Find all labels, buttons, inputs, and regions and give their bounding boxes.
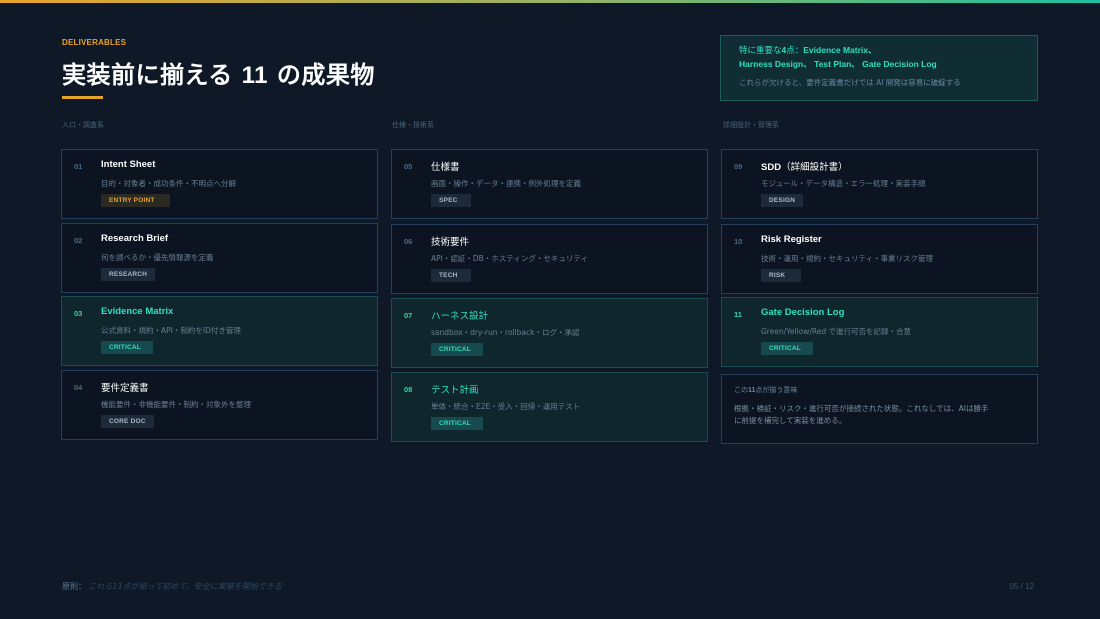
column-label-spec: 仕様・技術系: [392, 121, 434, 129]
deliverable-card-test-plan[interactable]: 08 テスト計画 単体・統合・E2E・受入・回帰・運用テスト CRITICAL: [391, 372, 708, 442]
card-description: 画面・操作・データ・連携・例外処理を定義: [431, 179, 581, 188]
card-number: 05: [404, 162, 413, 171]
footer-principle: 原則： これら11点が揃って初めて、安全に実装を開始できる: [62, 581, 282, 592]
card-title: 仕様書: [431, 162, 460, 173]
card-title-suffix: （詳細設計書）: [781, 162, 848, 173]
card-title: ハーネス設計: [431, 311, 489, 322]
card-tag-critical: CRITICAL: [761, 342, 813, 355]
title-pre: 実装前に揃える: [62, 60, 242, 89]
deliverable-card-evidence-matrix[interactable]: 03 Evidence Matrix 公式資料・規約・API・制約をID付き管理…: [61, 296, 378, 366]
card-title: SDD（詳細設計書）: [761, 159, 848, 173]
card-tag: CORE DOC: [101, 415, 154, 428]
top-accent-bar: [0, 0, 1100, 3]
deliverable-card-intent-sheet[interactable]: 01 Intent Sheet 目的・対象者・成功条件・不明点へ分解 ENTRY…: [61, 149, 378, 219]
deliverable-card-research-brief[interactable]: 02 Research Brief 何を調べるか・優先情報源を定義 RESEAR…: [61, 223, 378, 293]
deliverable-card-requirements[interactable]: 04 要件定義書 機能要件・非機能要件・制約・対象外を整理 CORE DOC: [61, 370, 378, 440]
card-description: 何を調べるか・優先情報源を定義: [101, 253, 214, 262]
card-title: Gate Decision Log: [761, 307, 845, 318]
note-body: これらが欠けると、要件定義書だけでは AI 開発は容易に破綻する: [739, 78, 961, 87]
title-number: 11: [241, 62, 269, 89]
card-number: 08: [404, 385, 413, 394]
page-title: 実装前に揃える 11 の成果物: [62, 55, 375, 90]
card-tag-critical: CRITICAL: [431, 417, 483, 430]
note-item1: Evidence Matrix、: [803, 45, 877, 55]
card-description: Green/Yellow/Red で進行可否を記録・合意: [761, 327, 911, 336]
card-title: Intent Sheet: [101, 159, 156, 170]
card-title-main: SDD: [761, 162, 782, 173]
footer-principle-text: これら11点が揃って初めて、安全に実装を開始できる: [88, 582, 282, 591]
card-tag-critical: CRITICAL: [431, 343, 483, 356]
card-number: 11: [734, 310, 742, 319]
card-description: 技術・運用・規約・セキュリティ・事業リスク管理: [761, 254, 934, 263]
card-number: 04: [74, 383, 83, 392]
column-label-design: 詳細設計・管理系: [723, 121, 779, 129]
card-description: 公式資料・規約・API・制約をID付き管理: [101, 326, 241, 335]
card-tag: RESEARCH: [101, 268, 156, 281]
highlight-note-box: 特に重要な4点：Evidence Matrix、 Harness Design、…: [720, 35, 1038, 101]
card-tag: DESIGN: [761, 194, 804, 207]
deliverable-card-gate-decision-log[interactable]: 11 Gate Decision Log Green/Yellow/Red で進…: [721, 297, 1038, 367]
card-title: Research Brief: [101, 233, 169, 244]
card-description: 機能要件・非機能要件・制約・対象外を整理: [101, 400, 251, 409]
summary-body-line2: に前提を補完して実装を進める。: [734, 416, 847, 425]
card-number: 09: [734, 162, 743, 171]
note-mid: 点：: [786, 46, 804, 56]
note-heading: 特に重要な4点：Evidence Matrix、: [739, 44, 1019, 58]
eyebrow-label: DELIVERABLES: [62, 38, 127, 47]
note-lead: 特に重要な: [739, 46, 782, 56]
deliverable-card-sdd[interactable]: 09 SDD（詳細設計書） モジュール・データ構造・エラー処理・実装手順 DES…: [721, 149, 1038, 219]
card-tag: RISK: [761, 269, 801, 282]
footer-lead: 原則：: [62, 582, 86, 591]
card-title: 要件定義書: [101, 383, 149, 394]
card-title: 技術要件: [431, 237, 470, 248]
card-tag: SPEC: [431, 194, 471, 207]
deliverable-card-spec[interactable]: 05 仕様書 画面・操作・データ・連携・例外処理を定義 SPEC: [391, 149, 708, 219]
title-underline: [62, 96, 103, 99]
card-number: 03: [74, 309, 83, 318]
card-number: 10: [734, 237, 743, 246]
card-tag: ENTRY POINT: [101, 194, 170, 207]
card-description: sandbox・dry-run・rollback・ログ・承認: [431, 328, 580, 337]
summary-head-post: 点が揃う意味: [755, 386, 798, 394]
card-title: Risk Register: [761, 234, 822, 245]
summary-body: 根拠・検証・リスク・進行可否が接続された状態。これなしでは、AIは勝手 に前提を補…: [734, 403, 1025, 427]
deliverable-card-tech-requirements[interactable]: 06 技術要件 API・認証・DB・ホスティング・セキュリティ TECH: [391, 224, 708, 294]
card-number: 01: [74, 162, 83, 171]
card-number: 02: [74, 236, 83, 245]
card-description: 単体・統合・E2E・受入・回帰・運用テスト: [431, 402, 581, 411]
card-tag: TECH: [431, 269, 471, 282]
card-description: 目的・対象者・成功条件・不明点へ分解: [101, 179, 236, 188]
column-label-intake: 入口・調査系: [62, 121, 104, 129]
card-tag-critical: CRITICAL: [101, 341, 153, 354]
card-description: モジュール・データ構造・エラー処理・実装手順: [761, 179, 926, 188]
card-title: Evidence Matrix: [101, 306, 174, 317]
card-description: API・認証・DB・ホスティング・セキュリティ: [431, 254, 588, 263]
card-number: 07: [404, 311, 413, 320]
title-post: の成果物: [268, 60, 375, 89]
summary-box: この11点が揃う意味 根拠・検証・リスク・進行可否が接続された状態。これなしでは…: [721, 374, 1038, 444]
note-items: Harness Design、 Test Plan、 Gate Decision…: [739, 59, 937, 69]
card-number: 06: [404, 237, 413, 246]
page-number: 05 / 12: [1009, 582, 1034, 591]
summary-head-pre: この: [734, 386, 748, 394]
summary-heading: この11点が揃う意味: [734, 385, 1025, 395]
deliverable-card-harness-design[interactable]: 07 ハーネス設計 sandbox・dry-run・rollback・ログ・承認…: [391, 298, 708, 368]
card-title: テスト計画: [431, 385, 479, 396]
summary-body-line1: 根拠・検証・リスク・進行可否が接続された状態。これなしでは、AIは勝手: [734, 404, 989, 413]
deliverable-card-risk-register[interactable]: 10 Risk Register 技術・運用・規約・セキュリティ・事業リスク管理…: [721, 224, 1038, 294]
